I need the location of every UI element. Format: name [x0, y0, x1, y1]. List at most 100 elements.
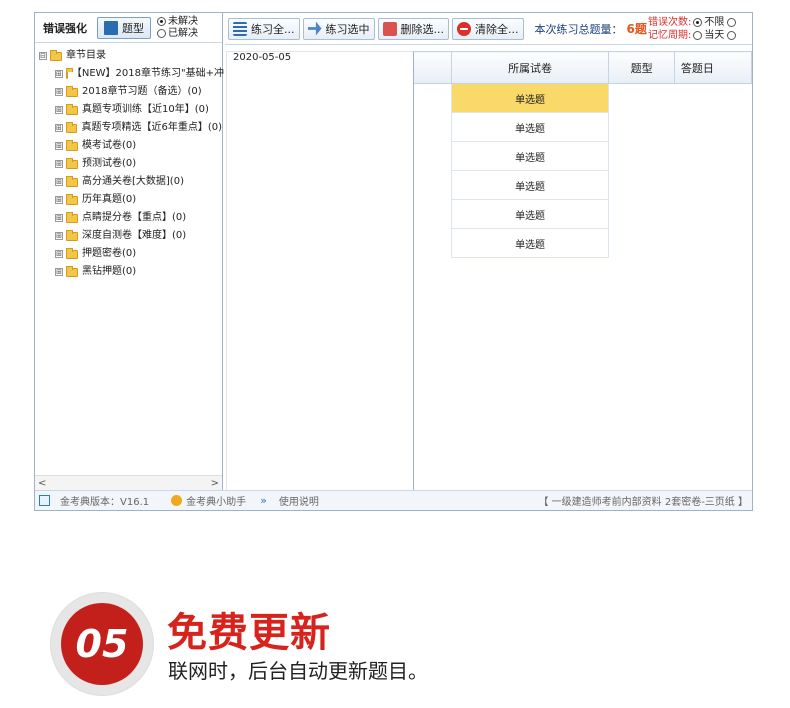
paper-header[interactable]: 所属试卷 — [450, 51, 610, 84]
tree-item[interactable]: ⊞ 【NEW】2018章节练习"基础+冲 — [39, 65, 224, 83]
question-type-label: 题型 — [122, 21, 144, 35]
clear-all-button[interactable]: 清除全... — [452, 17, 524, 40]
question-type-button[interactable]: 题型 — [97, 16, 151, 39]
expand-icon[interactable]: ⊞ — [55, 250, 63, 258]
tree-item[interactable]: ⊟ 章节目录 — [39, 47, 222, 65]
unresolved-radio[interactable]: 未解决 — [157, 16, 198, 28]
tree-item-label: 【NEW】2018章节练习"基础+冲 — [71, 68, 224, 79]
promo-subtitle: 联网时，后台自动更新题目。 — [168, 659, 428, 683]
tree-item-label: 2018章节习题（备选）(0) — [82, 86, 202, 97]
helper-link[interactable]: 金考典小助手 — [186, 493, 246, 508]
folder-icon — [66, 229, 78, 241]
horizontal-scrollbar[interactable]: < > — [35, 475, 222, 491]
delete-icon — [382, 21, 397, 36]
resolved-radio[interactable]: 已解决 — [157, 28, 198, 40]
folder-icon — [66, 139, 78, 151]
clear-all-label: 清除全... — [475, 22, 519, 36]
tree-item[interactable]: ⊞ 预测试卷(0) — [39, 155, 222, 173]
tree-item-label: 真题专项训练【近10年】(0) — [82, 104, 209, 115]
folder-icon — [66, 103, 78, 115]
tree-item-label: 预测试卷(0) — [82, 158, 137, 169]
total-value: 6题 — [626, 22, 647, 36]
expand-icon[interactable]: ⊞ — [55, 160, 63, 168]
status-bar: 金考典版本：V16.1 金考典小助手 » 使用说明 【 一级建造师考前内部资料 … — [35, 490, 752, 510]
tree-item[interactable]: ⊞ 黑钻押题(0) — [39, 263, 222, 281]
error-count-radio-2[interactable] — [727, 18, 737, 27]
tree-item[interactable]: ⊞ 深度自测卷【难度】(0) — [39, 227, 222, 245]
error-count-radio[interactable] — [693, 18, 703, 27]
question-table: 选择 题目 所属试卷 题型 答题日 1项目决策期管理工作的主要...1Z2010… — [226, 51, 752, 497]
tree-item-label: 真题专项精选【近6年重点】(0) — [81, 122, 222, 133]
expand-icon[interactable]: ⊞ — [55, 196, 63, 204]
expand-icon[interactable]: ⊟ — [39, 52, 47, 60]
tree-item-label: 模考试卷(0) — [82, 140, 137, 151]
expand-icon[interactable]: ⊞ — [55, 142, 63, 150]
type-cell[interactable]: 单选题 — [450, 83, 610, 113]
scroll-left-icon[interactable]: < — [38, 478, 46, 489]
table-row[interactable]: 6建设工程管理是一种增值服...1Z201010 建设工程管理的内涵...单选题… — [226, 51, 752, 497]
tree-item[interactable]: ⊞ 2018章节习题（备选）(0) — [39, 83, 222, 101]
delete-selected-button[interactable]: 删除选... — [377, 17, 449, 40]
radio-dot-selected-icon — [157, 17, 166, 26]
left-panel-header: 错误强化 题型 未解决 已解决 — [35, 13, 222, 43]
tree-item[interactable]: ⊞ 高分通关卷[大数据](0) — [39, 173, 222, 191]
expand-icon[interactable]: ⊞ — [55, 88, 63, 96]
badge-number: 05 — [61, 603, 143, 685]
folder-icon — [66, 193, 78, 205]
type-header[interactable]: 题型 — [608, 51, 675, 84]
expand-icon[interactable]: ⊞ — [55, 70, 63, 78]
scroll-track[interactable] — [50, 479, 206, 489]
double-chevron-icon: » — [260, 494, 267, 507]
clear-icon — [457, 21, 471, 36]
chapter-tree: ⊟ 章节目录 ⊞ 【NEW】2018章节练习"基础+冲 ⊞ 2018章节习题（备选）(0)… — [35, 43, 224, 281]
memory-radio-2[interactable] — [727, 31, 737, 40]
left-panel: 错误强化 题型 未解决 已解决 ⊟ 章节目录 ⊞ 【NEW】2018章节练习"基础+冲… — [35, 13, 224, 491]
folder-icon — [50, 49, 62, 61]
tree-item[interactable]: ⊞ 模考试卷(0) — [39, 137, 222, 155]
memory-radio[interactable] — [693, 31, 703, 40]
folder-icon — [65, 121, 78, 133]
manual-link[interactable]: 使用说明 — [279, 493, 319, 508]
type-cell[interactable]: 单选题 — [450, 170, 610, 200]
folder-icon — [66, 157, 78, 169]
expand-icon[interactable]: ⊞ — [55, 106, 63, 114]
date-header[interactable]: 答题日 — [673, 51, 752, 84]
expand-icon[interactable]: ⊞ — [55, 214, 63, 222]
folder-icon — [66, 85, 78, 97]
tree-item-label: 押题密卷(0) — [82, 248, 137, 259]
scroll-right-icon[interactable]: > — [211, 478, 219, 489]
panel-title: 错误强化 — [43, 21, 87, 35]
tree-item-label: 点睛提分卷【重点】(0) — [82, 212, 187, 223]
practice-selected-button[interactable]: 练习选中 — [302, 17, 375, 40]
notice-text[interactable]: 【 一级建造师考前内部资料 2套密卷-三页纸 】 — [538, 493, 748, 508]
expand-icon[interactable]: ⊞ — [55, 178, 63, 186]
list-icon — [233, 21, 247, 36]
tree-item[interactable]: ⊞ 押题密卷(0) — [39, 245, 222, 263]
folder-icon — [65, 67, 73, 79]
practice-selected-label: 练习选中 — [325, 22, 370, 36]
practice-all-button[interactable]: 练习全... — [228, 17, 300, 40]
question-grid: 选择 题目 所属试卷 题型 答题日 1项目决策期管理工作的主要...1Z2010… — [226, 51, 752, 497]
type-cell[interactable]: 单选题 — [450, 199, 610, 229]
expand-icon[interactable]: ⊞ — [55, 232, 63, 240]
expand-icon[interactable]: ⊞ — [55, 124, 63, 132]
tree-item-label: 高分通关卷[大数据](0) — [82, 176, 184, 187]
tree-item[interactable]: ⊞ 真题专项精选【近6年重点】(0) — [39, 119, 222, 137]
practice-all-label: 练习全... — [251, 22, 295, 36]
type-cell[interactable]: 单选题 — [450, 228, 610, 258]
radio-dot-icon — [157, 29, 166, 38]
error-count-option: 不限 — [704, 17, 725, 28]
tree-item[interactable]: ⊞ 真题专项训练【近10年】(0) — [39, 101, 222, 119]
tree-item[interactable]: ⊞ 历年真题(0) — [39, 191, 222, 209]
toolbar: 练习全... 练习选中 删除选... 清除全... 本次练习总题量： 6题 错误次… — [225, 13, 752, 45]
arrow-icon — [307, 21, 322, 36]
memory-label: 记忆周期: — [648, 30, 692, 41]
delete-selected-label: 删除选... — [400, 22, 445, 36]
tree-item-label: 历年真题(0) — [82, 194, 137, 205]
total-label: 本次练习总题量： — [534, 23, 623, 36]
type-cell[interactable]: 单选题 — [450, 141, 610, 171]
expand-icon[interactable]: ⊞ — [55, 268, 63, 276]
date-cell[interactable]: 2020-05-05 — [226, 51, 414, 497]
tree-item[interactable]: ⊞ 点睛提分卷【重点】(0) — [39, 209, 222, 227]
type-cell[interactable]: 单选题 — [450, 112, 610, 142]
